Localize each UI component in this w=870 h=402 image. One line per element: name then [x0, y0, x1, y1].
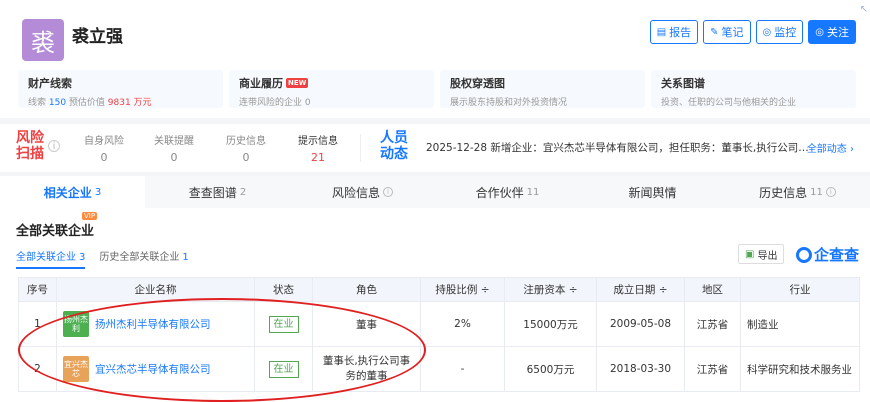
divider	[360, 134, 361, 162]
status-badge: 在业	[268, 315, 299, 333]
subtab-history[interactable]: 历史全部关联企业 1	[99, 248, 188, 269]
tab-news[interactable]: 新闻舆情	[580, 176, 725, 208]
table-header-row: 序号 企业名称 状态 角色 持股比例 ÷ 注册资本 ÷ 成立日期 ÷ 地区 行业	[18, 277, 860, 302]
subtabs: 全部关联企业 3 历史全部关联企业 1	[16, 248, 189, 269]
tab-partners[interactable]: 合作伙伴 11	[435, 176, 580, 208]
col-share[interactable]: 持股比例 ÷	[420, 277, 505, 302]
risk-hints[interactable]: 提示信息 21	[286, 132, 350, 164]
subtab-all[interactable]: 全部关联企业 3	[16, 248, 86, 269]
card-business-history[interactable]: 商业履历 NEW 连带风险的企业 0	[229, 70, 434, 108]
related-companies-table: 序号 企业名称 状态 角色 持股比例 ÷ 注册资本 ÷ 成立日期 ÷ 地区 行业…	[18, 277, 860, 392]
corner-arrow-icon[interactable]: ↖	[860, 4, 868, 15]
monitor-button[interactable]: ◎ 监控	[755, 20, 804, 44]
risk-history[interactable]: 历史信息 0	[214, 132, 278, 164]
info-icon: i	[825, 187, 836, 197]
company-logo: 扬州杰利	[63, 311, 89, 337]
related-companies-panel: 全部关联企业 VIP 全部关联企业 3 历史全部关联企业 1 ▣ 导出 企查查 序号 …	[0, 208, 870, 402]
avatar: 裘	[22, 19, 64, 61]
col-date[interactable]: 成立日期 ÷	[596, 277, 685, 302]
brand-logo: 企查查	[796, 244, 859, 265]
document-icon: ▤	[656, 26, 667, 38]
tab-risk-info[interactable]: 风险信息 i	[290, 176, 435, 208]
brand-q-icon	[796, 246, 812, 263]
card-property-clues[interactable]: 财产线索 线索 150 预估价值 9831 万元	[18, 70, 223, 108]
vip-badge: VIP	[82, 212, 98, 220]
tab-history[interactable]: 历史信息 11 i	[725, 176, 870, 208]
risk-related[interactable]: 关联提醒 0	[142, 132, 206, 164]
pencil-icon: ✎	[710, 26, 719, 38]
col-index: 序号	[18, 277, 57, 302]
col-capital[interactable]: 注册资本 ÷	[504, 277, 597, 302]
col-industry: 行业	[740, 277, 860, 302]
col-company: 企业名称	[56, 277, 255, 302]
card-equity-chart[interactable]: 股权穿透图 展示股东持股和对外投资情况	[440, 70, 645, 108]
export-button[interactable]: ▣ 导出	[738, 244, 785, 264]
risk-scan-title: 风险扫描	[16, 130, 44, 162]
status-badge: 在业	[268, 360, 299, 378]
table-row: 1 扬州杰利 扬州杰利半导体有限公司 在业 董事 2% 15000万元 2009-…	[18, 301, 860, 347]
person-header: 裘 裘立强 ↖ ▤ 报告 ✎ 笔记 ◎ 监控 ◎ 关注 财产线索 线索 150 预估价值…	[0, 0, 870, 118]
info-cards: 财产线索 线索 150 预估价值 9831 万元 商业履历 NEW 连带风险的企业…	[18, 70, 856, 108]
bulb-icon: ◎	[815, 26, 824, 38]
info-icon: i	[383, 187, 393, 197]
note-button[interactable]: ✎ 笔记	[703, 20, 751, 44]
company-logo: 宜兴杰芯	[63, 356, 89, 382]
col-status: 状态	[254, 277, 313, 302]
follow-button[interactable]: ◎ 关注	[808, 20, 856, 44]
table-row: 2 宜兴杰芯 宜兴杰芯半导体有限公司 在业 董事长,执行公司事务的董事 - 650…	[18, 346, 860, 392]
col-region: 地区	[684, 277, 741, 302]
bulb-icon: ◎	[762, 26, 772, 38]
info-icon[interactable]: i	[48, 140, 60, 152]
tab-related-companies[interactable]: 相关企业 3	[0, 176, 145, 208]
risk-self[interactable]: 自身风险 0	[72, 132, 136, 164]
person-name: 裘立强	[72, 27, 123, 47]
section-title: 全部关联企业	[16, 224, 95, 239]
person-news-text[interactable]: 2025-12-28 新增企业：宜兴杰芯半导体有限公司，担任职务：董事长,执行公…	[426, 140, 809, 155]
new-badge: NEW	[286, 78, 309, 88]
col-role: 角色	[312, 277, 421, 302]
company-link[interactable]: 宜兴杰芯半导体有限公司	[95, 364, 211, 376]
report-button[interactable]: ▤ 报告	[649, 20, 699, 44]
company-link[interactable]: 扬州杰利半导体有限公司	[95, 319, 211, 331]
card-relationship-graph[interactable]: 关系图谱 投资、任职的公司与他相关的企业	[651, 70, 856, 108]
header-actions: ▤ 报告 ✎ 笔记 ◎ 监控 ◎ 关注	[649, 20, 856, 44]
excel-icon: ▣	[745, 248, 755, 260]
main-tabs: 相关企业 3 查查图谱 2 风险信息 i 合作伙伴 11 新闻舆情 历史信息 11 i	[0, 176, 870, 208]
person-news-title: 人员动态	[380, 130, 408, 162]
risk-scan-bar: 风险扫描 i 自身风险 0 关联提醒 0 历史信息 0 提示信息 21 人员动态 202…	[0, 124, 870, 172]
tab-graph[interactable]: 查查图谱 2	[145, 176, 290, 208]
all-news-link[interactable]: 全部动态 ›	[807, 140, 854, 155]
